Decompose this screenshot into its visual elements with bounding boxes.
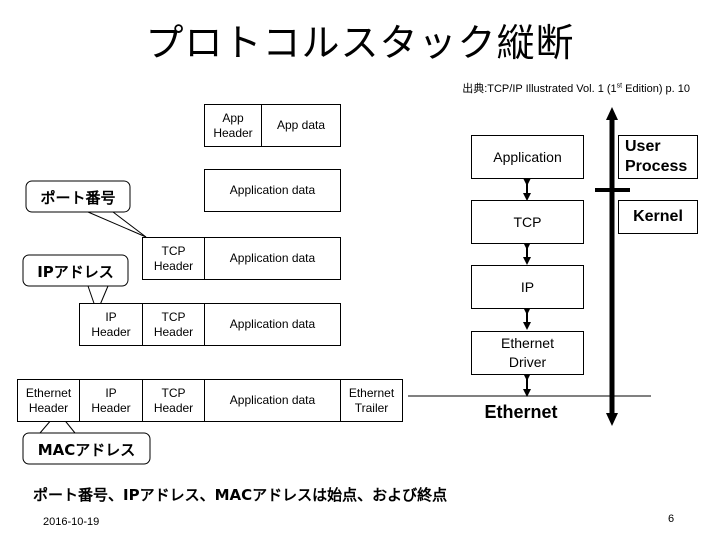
stack-layer-application: Application xyxy=(471,135,584,179)
stack-layer-ethernet-driver: Ethernet Driver xyxy=(471,331,584,375)
axis-arrow-down-icon xyxy=(606,413,618,426)
eth-row-data-cell: Application data xyxy=(204,379,341,422)
slide-date: 2016-10-19 xyxy=(43,516,100,528)
ip-header-cell: IP Header xyxy=(79,303,143,346)
stack-layer-tcp: TCP xyxy=(471,200,584,244)
port-number-callout: ポート番号 xyxy=(40,189,116,207)
ip-row-data-cell: Application data xyxy=(204,303,341,346)
ip-address-callout: IPアドレス xyxy=(37,263,114,281)
tcp-header-cell: TCP Header xyxy=(142,237,205,280)
axis-arrow-up-icon xyxy=(606,107,618,120)
tcp-payload-cell: Application data xyxy=(204,237,341,280)
application-data-cell: Application data xyxy=(204,169,341,212)
app-header-cell: App Header xyxy=(204,104,262,147)
app-data-cell: App data xyxy=(261,104,341,147)
ethernet-network-label: Ethernet xyxy=(484,402,558,422)
ip-row-tcp-header-cell: TCP Header xyxy=(142,303,205,346)
kernel-label: Kernel xyxy=(618,200,698,234)
eth-row-tcp-header-cell: TCP Header xyxy=(142,379,205,422)
user-process-label: User Process xyxy=(618,135,698,179)
ethernet-header-cell: Ethernet Header xyxy=(17,379,80,422)
page-number: 6 xyxy=(668,513,675,525)
mac-address-callout: MACアドレス xyxy=(37,441,136,459)
eth-row-ip-header-cell: IP Header xyxy=(79,379,143,422)
summary-note: ポート番号、IPアドレス、MACアドレスは始点、および終点 xyxy=(33,486,448,504)
stack-layer-ip: IP xyxy=(471,265,584,309)
ethernet-trailer-cell: Ethernet Trailer xyxy=(340,379,403,422)
